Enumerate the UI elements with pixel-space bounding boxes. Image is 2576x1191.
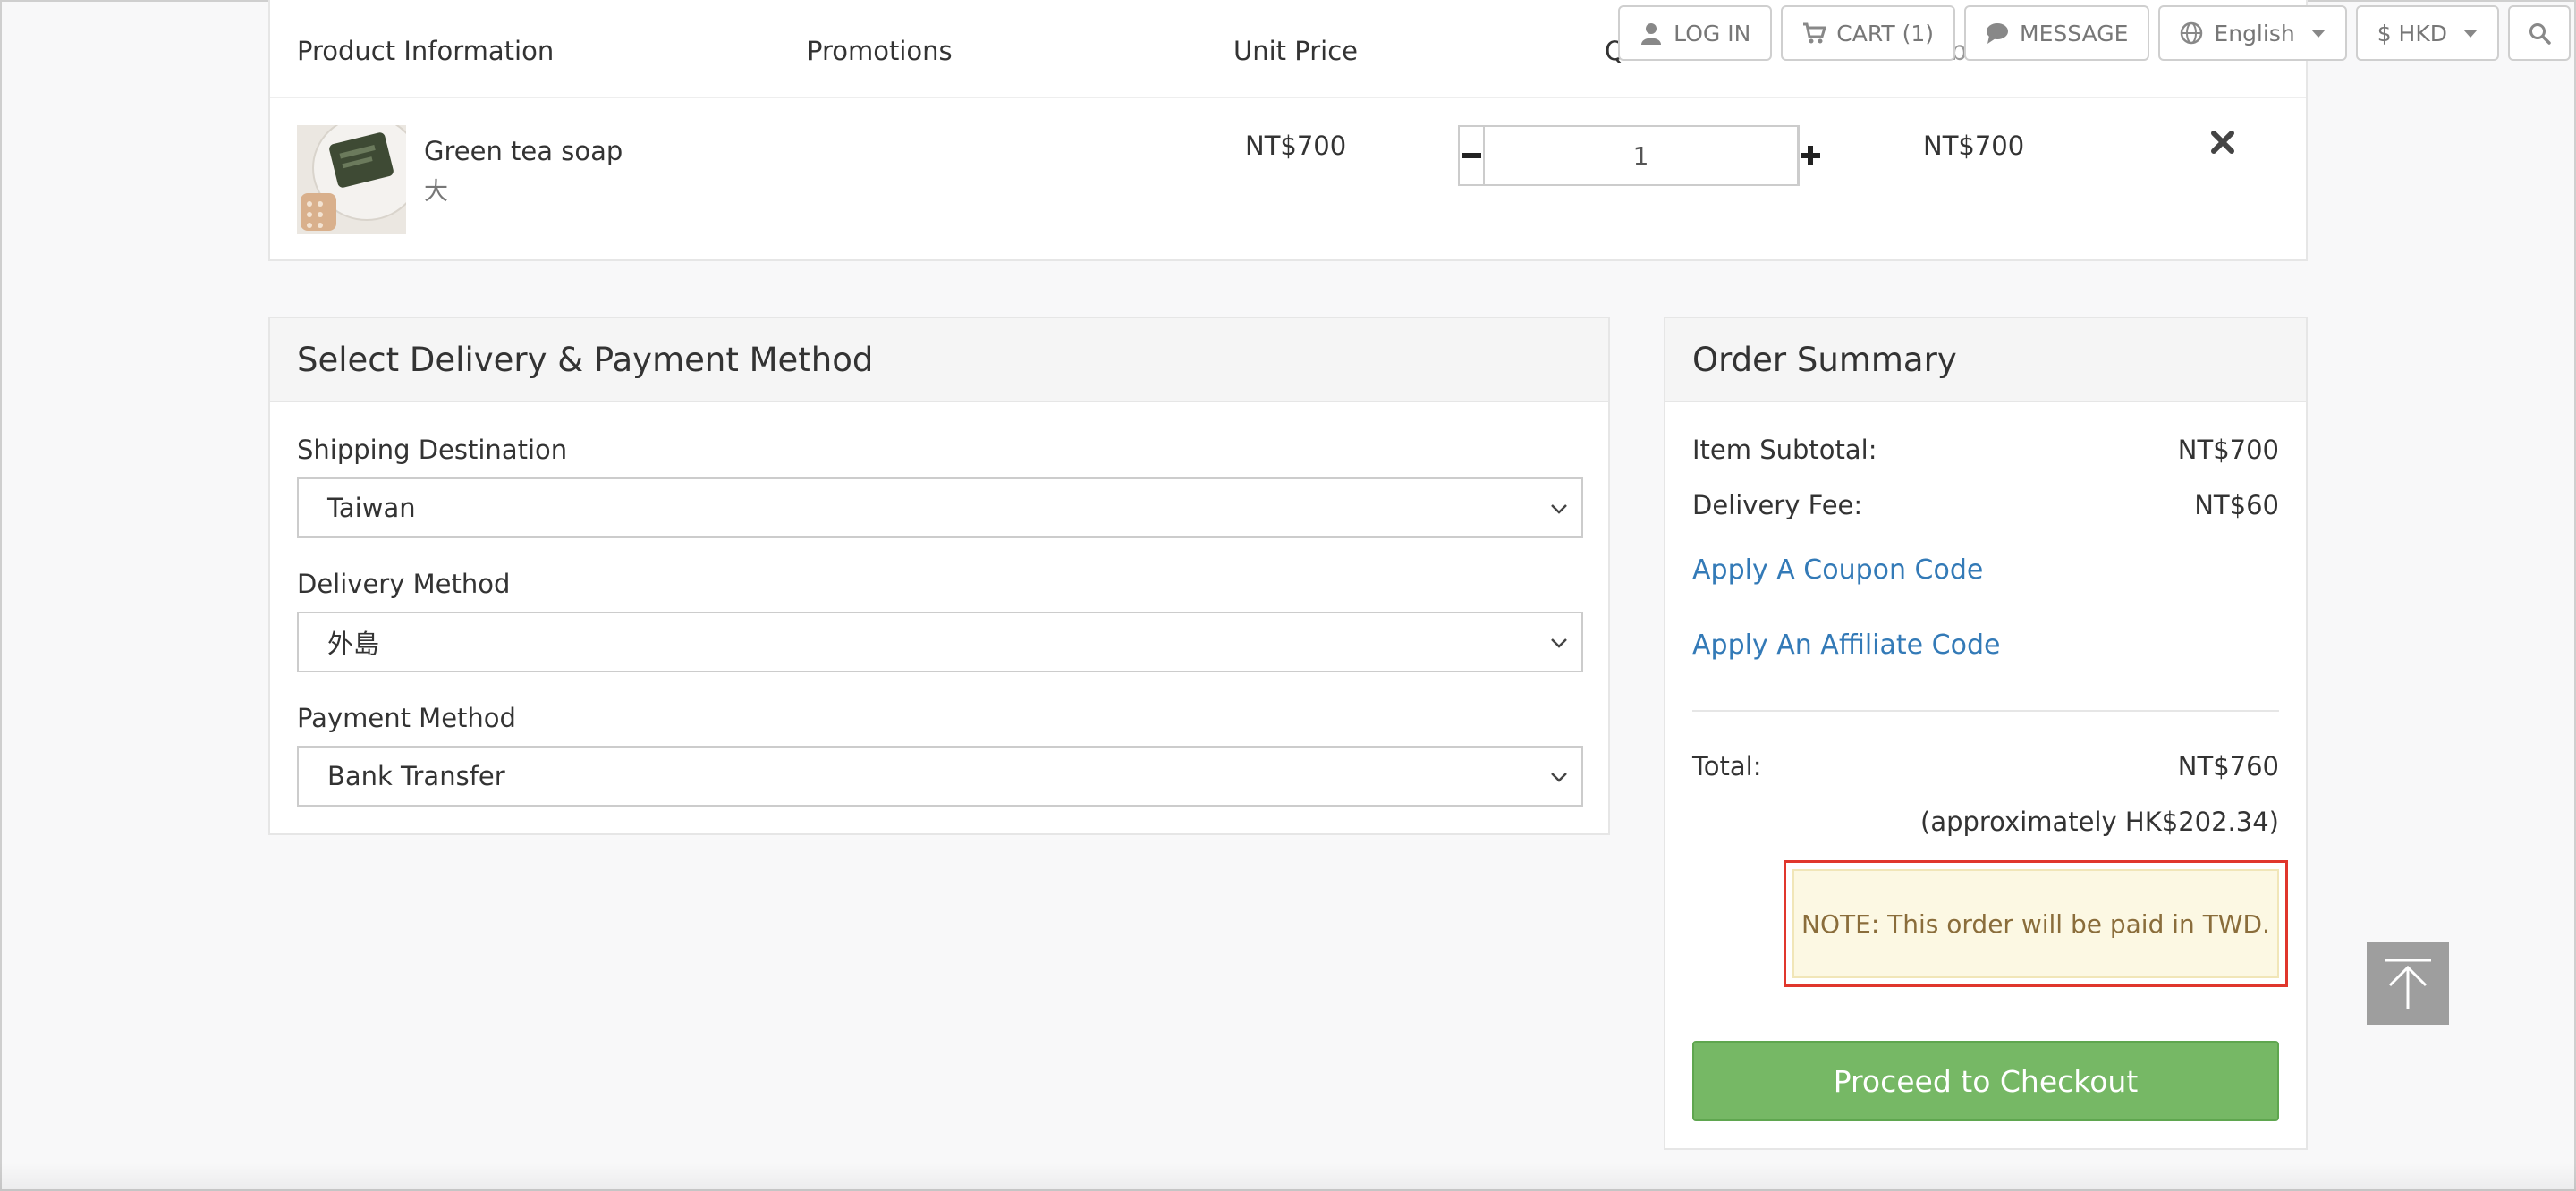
delivery-panel-title: Select Delivery & Payment Method [270,318,1608,402]
cart-label: CART (1) [1836,20,1935,46]
total-row: Total: NT$760 [1692,751,2279,781]
product-thumbnail[interactable] [297,125,406,234]
delivery-method-select[interactable]: 外島 [297,612,1583,672]
search-button[interactable] [2508,5,2571,61]
order-summary-title: Order Summary [1665,318,2306,402]
cart-button[interactable]: CART (1) [1781,5,1956,61]
payment-method-value: Bank Transfer [327,761,505,791]
chevron-down-icon [2463,29,2478,38]
header-promotions: Promotions [807,36,953,66]
apply-affiliate-link[interactable]: Apply An Affiliate Code [1692,629,2000,661]
apply-coupon-link[interactable]: Apply A Coupon Code [1692,554,1983,586]
currency-dropdown[interactable]: $ HKD [2355,5,2499,61]
payment-method-select[interactable]: Bank Transfer [297,746,1583,807]
language-label: English [2214,20,2295,46]
total-value: NT$760 [2177,751,2279,781]
chevron-down-icon [2310,29,2326,38]
header-unit-price: Unit Price [1233,36,1358,66]
shipping-destination-value: Taiwan [327,493,416,523]
chat-icon [1987,23,2009,44]
payment-method-label: Payment Method [297,703,516,733]
shipping-destination-label: Shipping Destination [297,435,568,465]
table-row: Green tea soap 大 NT$700 NT$700 [270,98,2306,259]
delivery-method-value: 外島 [327,629,380,659]
login-button[interactable]: LOG IN [1618,5,1773,61]
minus-icon [1462,153,1481,158]
arrow-up-icon [2385,959,2431,1009]
chevron-down-icon [1551,773,1567,782]
currency-label: $ HKD [2377,20,2447,46]
order-summary-panel: Order Summary Item Subtotal: NT$700 Deli… [1664,317,2308,1150]
search-icon [2529,23,2551,45]
approximate-total: (approximately HK$202.34) [1920,807,2279,837]
quantity-stepper [1458,125,1820,186]
summary-divider [1692,710,2279,712]
top-navigation: LOG IN CART (1) MESSAGE English $ HKD [1618,5,2571,61]
message-label: MESSAGE [2020,20,2129,46]
globe-icon [2181,21,2203,45]
message-button[interactable]: MESSAGE [1964,5,2150,61]
page-bottom-shadow [0,1162,2576,1191]
cart-icon [1803,22,1826,44]
item-subtotal-label: Item Subtotal: [1692,435,1877,465]
delivery-payment-panel: Select Delivery & Payment Method Shippin… [268,317,1610,835]
proceed-to-checkout-button[interactable]: Proceed to Checkout [1692,1041,2279,1121]
delivery-fee-value: NT$60 [2194,490,2279,520]
product-variant: 大 [424,178,448,206]
total-label: Total: [1692,751,1762,781]
decrease-qty-button[interactable] [1460,127,1483,184]
delivery-fee-row: Delivery Fee: NT$60 [1692,490,2279,520]
item-subtotal-row: Item Subtotal: NT$700 [1692,435,2279,465]
shipping-destination-select[interactable]: Taiwan [297,477,1583,538]
remove-item-icon[interactable] [2209,129,2236,156]
plus-icon [1801,146,1820,165]
item-subtotal: NT$700 [1923,131,2025,161]
language-dropdown[interactable]: English [2158,5,2347,61]
unit-price: NT$700 [1245,131,1347,161]
item-subtotal-value: NT$700 [2177,435,2279,465]
user-icon [1641,23,1662,45]
delivery-method-label: Delivery Method [297,569,511,599]
chevron-down-icon [1551,638,1567,648]
payment-currency-note: NOTE: This order will be paid in TWD. [1792,869,2279,978]
delivery-fee-label: Delivery Fee: [1692,490,1863,520]
increase-qty-button[interactable] [1799,127,1822,184]
quantity-input[interactable] [1483,127,1799,184]
soap-image-icon [297,125,406,234]
login-label: LOG IN [1674,20,1751,46]
scroll-to-top-button[interactable] [2367,942,2449,1025]
header-product-info: Product Information [297,36,555,66]
product-name[interactable]: Green tea soap [424,136,623,166]
chevron-down-icon [1551,504,1567,514]
